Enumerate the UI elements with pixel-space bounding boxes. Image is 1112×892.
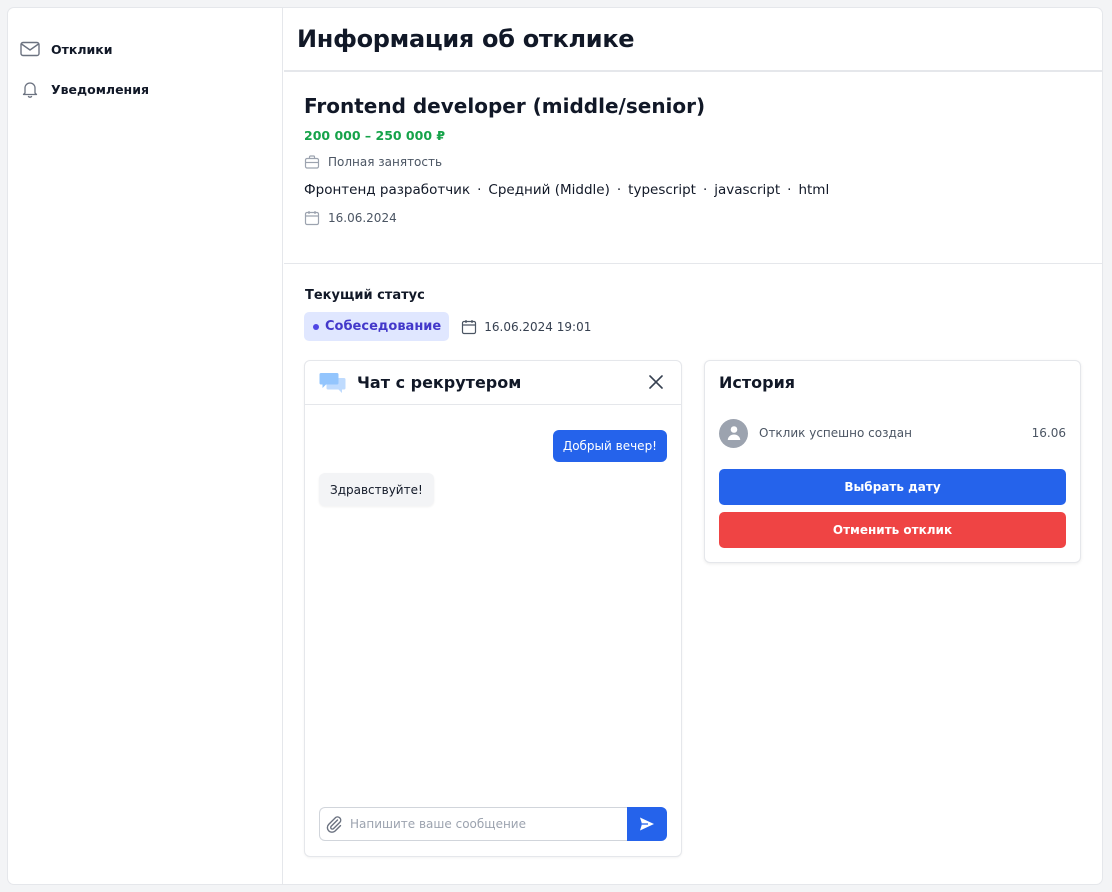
chat-title: Чат с рекрутером: [357, 373, 522, 392]
calendar-icon: [304, 210, 320, 226]
paperclip-icon[interactable]: [324, 814, 344, 834]
history-item-text: Отклик успешно создан: [759, 426, 912, 440]
sidebar-item-notifications[interactable]: Уведомления: [20, 77, 270, 101]
vacancy-tags: Фронтенд разработчик · Средний (Middle) …: [304, 182, 1084, 198]
tag-separator: ·: [702, 182, 708, 198]
status-dot-icon: [313, 323, 319, 330]
history-title: История: [719, 373, 796, 392]
employment-label: Полная занятость: [328, 155, 443, 169]
chat-message-outgoing: Добрый вечер!: [552, 430, 667, 462]
vacancy-salary: 200 000 – 250 000 ₽: [304, 128, 446, 143]
status-title: Текущий статус: [305, 288, 425, 303]
sidebar-item-responses[interactable]: Отклики: [20, 37, 270, 61]
sidebar-item-label: Уведомления: [51, 81, 149, 97]
send-icon: [639, 816, 655, 832]
status-badge: Собеседование: [304, 312, 450, 341]
app-window: Отклики Уведомления Информация об отклик…: [8, 8, 1102, 884]
sidebar-item-label: Отклики: [51, 41, 113, 57]
main-content: Информация об отклике Frontend developer…: [284, 8, 1102, 884]
bell-icon: [20, 79, 40, 99]
employment-type: Полная занятость: [304, 154, 1084, 170]
tag-separator: ·: [477, 182, 482, 198]
status-row: Собеседование 16.06.2024 19:01: [304, 312, 591, 341]
page-header: Информация об отклике: [284, 8, 1102, 72]
tag: javascript: [714, 182, 781, 198]
status-datetime: 16.06.2024 19:01: [484, 319, 592, 334]
chat-composer: [319, 807, 667, 841]
send-button[interactable]: [627, 807, 667, 841]
chat-panel: Чат с рекрутером Добрый вечер! Здравству…: [304, 360, 682, 857]
sidebar: Отклики Уведомления: [8, 8, 283, 884]
briefcase-icon: [304, 154, 320, 170]
mail-icon: [20, 39, 40, 59]
close-icon[interactable]: [647, 373, 665, 391]
tag: Фронтенд разработчик: [304, 182, 471, 198]
choose-date-button[interactable]: Выбрать дату: [719, 469, 1066, 505]
page-title: Информация об отклике: [297, 25, 635, 53]
chat-input-box: [319, 807, 627, 841]
calendar-icon: [461, 319, 477, 335]
vacancy-card: Frontend developer (middle/senior) 200 0…: [304, 94, 1084, 226]
vacancy-date: 16.06.2024: [304, 210, 1084, 226]
chat-message-incoming: Здравствуйте!: [319, 473, 434, 506]
status-badge-label: Собеседование: [325, 319, 442, 334]
chat-message-input[interactable]: [350, 817, 610, 831]
chat-header: Чат с рекрутером: [305, 361, 681, 405]
tag: Средний (Middle): [488, 182, 610, 198]
section-divider: [284, 263, 1102, 264]
tag-separator: ·: [616, 182, 622, 198]
history-item-date: 16.06: [1031, 426, 1066, 440]
tag: typescript: [628, 182, 696, 198]
cancel-response-button[interactable]: Отменить отклик: [719, 512, 1066, 548]
status-date: 16.06.2024 19:01: [461, 319, 591, 335]
tag-separator: ·: [787, 182, 792, 198]
history-item: Отклик успешно создан 16.06: [719, 418, 1066, 448]
chat-bubbles-icon: [319, 372, 346, 394]
history-panel: История Отклик успешно создан 16.06 Выбр…: [704, 360, 1081, 563]
tag: html: [798, 182, 830, 198]
vacancy-title: Frontend developer (middle/senior): [304, 94, 706, 118]
avatar: [719, 418, 748, 448]
vacancy-date-text: 16.06.2024: [328, 211, 397, 225]
